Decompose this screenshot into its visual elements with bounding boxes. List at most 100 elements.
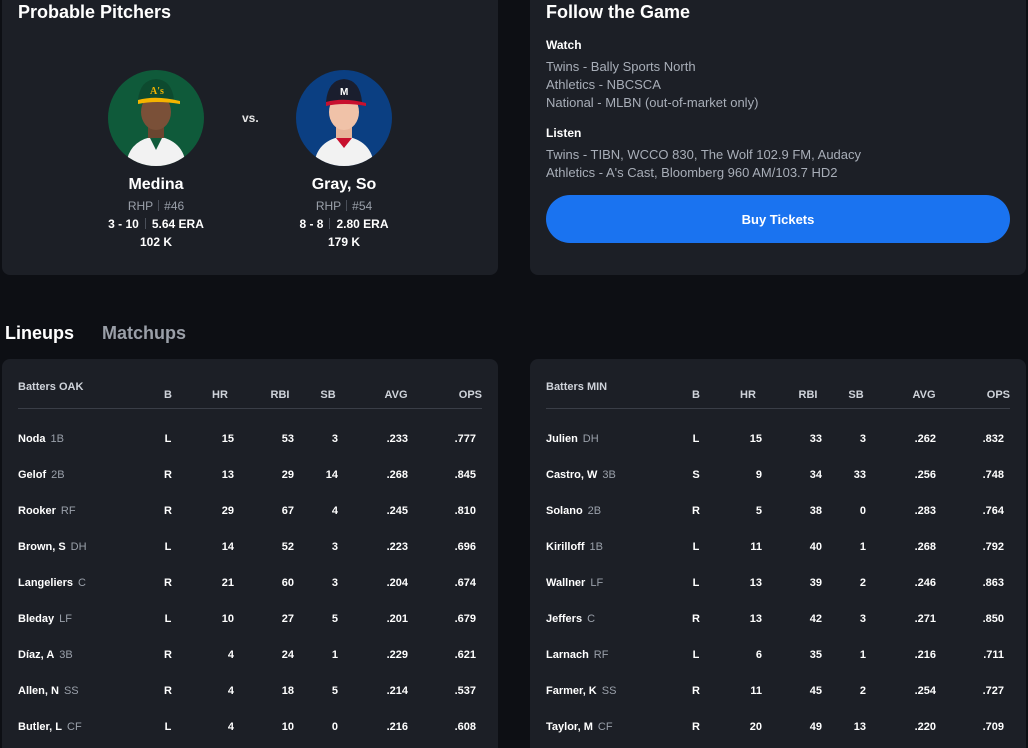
player-name-cell[interactable]: Julien DH: [546, 433, 599, 445]
table-row[interactable]: Allen, N SS R 4 18 5 .214 .537: [18, 685, 482, 705]
batting-average-cell: .262: [914, 433, 936, 445]
player-name-cell[interactable]: Brown, S DH: [18, 541, 87, 553]
rbi-cell: 45: [809, 685, 822, 697]
table-row[interactable]: Langeliers C R 21 60 3 .204 .674: [18, 577, 482, 597]
table-row[interactable]: Solano 2B R 5 38 0 .283 .764: [546, 505, 1010, 525]
column-header-ops: OPS: [986, 389, 1010, 401]
home-runs-cell: 6: [755, 649, 762, 661]
away-pitcher-info: RHP #46: [81, 199, 231, 213]
batting-average-cell: .204: [386, 577, 408, 589]
player-name-cell[interactable]: Farmer, K SS: [546, 685, 616, 697]
buy-tickets-button[interactable]: Buy Tickets: [546, 195, 1010, 243]
player-name[interactable]: Julien: [546, 433, 578, 445]
stolen-bases-cell: 13: [853, 721, 866, 733]
vs-label: vs.: [242, 111, 259, 125]
ops-cell: .832: [982, 433, 1004, 445]
player-name-cell[interactable]: Allen, N SS: [18, 685, 79, 697]
home-pitcher-name[interactable]: Gray, So: [269, 176, 419, 194]
player-position: DH: [582, 433, 599, 445]
player-name-cell[interactable]: Taylor, M CF: [546, 721, 613, 733]
stolen-bases-cell: 1: [859, 541, 866, 553]
ops-cell: .850: [982, 613, 1004, 625]
table-header: Batters MIN B HR RBI SB AVG OPS: [546, 381, 1010, 409]
player-name[interactable]: Rooker: [18, 505, 56, 517]
player-name-cell[interactable]: Castro, W 3B: [546, 469, 616, 481]
home-pitcher[interactable]: M Gray, So RHP #54 8 - 8 2.80 ERA 179 K: [269, 70, 419, 249]
player-name[interactable]: Noda: [18, 433, 46, 445]
player-name[interactable]: Kirilloff: [546, 541, 585, 553]
table-row[interactable]: Larnach RF L 6 35 1 .216 .711: [546, 649, 1010, 669]
player-name[interactable]: Farmer, K: [546, 685, 597, 697]
away-pitcher-name[interactable]: Medina: [81, 176, 231, 194]
batting-side-cell: R: [692, 721, 700, 733]
player-name-cell[interactable]: Kirilloff 1B: [546, 541, 603, 553]
batting-side-cell: L: [692, 577, 700, 589]
home-runs-cell: 15: [221, 433, 234, 445]
player-position: DH: [70, 541, 87, 553]
player-name[interactable]: Gelof: [18, 469, 46, 481]
rbi-cell: 35: [809, 649, 822, 661]
stolen-bases-cell: 1: [859, 649, 866, 661]
player-name-cell[interactable]: Gelof 2B: [18, 469, 65, 481]
away-pitcher[interactable]: A's Medina RHP #46 3 - 10 5.64 ERA 102 K: [81, 70, 231, 249]
player-name[interactable]: Langeliers: [18, 577, 73, 589]
team-batters-header: Batters OAK: [18, 381, 84, 393]
table-row[interactable]: Farmer, K SS R 11 45 2 .254 .727: [546, 685, 1010, 705]
player-name-cell[interactable]: Solano 2B: [546, 505, 601, 517]
player-name-cell[interactable]: Larnach RF: [546, 649, 608, 661]
ops-cell: .621: [454, 649, 476, 661]
stolen-bases-cell: 3: [859, 433, 866, 445]
watch-heading: Watch: [546, 38, 582, 52]
player-name-cell[interactable]: Wallner LF: [546, 577, 603, 589]
player-name-cell[interactable]: Noda 1B: [18, 433, 64, 445]
player-name[interactable]: Díaz, A: [18, 649, 54, 661]
player-name-cell[interactable]: Langeliers C: [18, 577, 86, 589]
table-row[interactable]: Butler, L CF L 4 10 0 .216 .608: [18, 721, 482, 741]
player-name-cell[interactable]: Díaz, A 3B: [18, 649, 73, 661]
column-header-rbi: RBI: [798, 389, 818, 401]
table-row[interactable]: Noda 1B L 15 53 3 .233 .777: [18, 433, 482, 453]
table-row[interactable]: Kirilloff 1B L 11 40 1 .268 .792: [546, 541, 1010, 561]
probable-pitchers-title: Probable Pitchers: [18, 2, 172, 22]
home-pitcher-avatar: M: [296, 70, 392, 166]
table-row[interactable]: Bleday LF L 10 27 5 .201 .679: [18, 613, 482, 633]
column-header-ops: OPS: [458, 389, 482, 401]
table-row[interactable]: Taylor, M CF R 20 49 13 .220 .709: [546, 721, 1010, 741]
player-name[interactable]: Larnach: [546, 649, 589, 661]
player-name[interactable]: Brown, S: [18, 541, 66, 553]
ops-cell: .792: [982, 541, 1004, 553]
ops-cell: .711: [983, 649, 1004, 661]
table-row[interactable]: Rooker RF R 29 67 4 .245 .810: [18, 505, 482, 525]
home-runs-cell: 5: [755, 505, 762, 517]
player-name[interactable]: Jeffers: [546, 613, 582, 625]
table-row[interactable]: Castro, W 3B S 9 34 33 .256 .748: [546, 469, 1010, 489]
table-row[interactable]: Wallner LF L 13 39 2 .246 .863: [546, 577, 1010, 597]
player-name-cell[interactable]: Bleday LF: [18, 613, 72, 625]
player-name-cell[interactable]: Rooker RF: [18, 505, 76, 517]
table-row[interactable]: Díaz, A 3B R 4 24 1 .229 .621: [18, 649, 482, 669]
player-name[interactable]: Allen, N: [18, 685, 59, 697]
stolen-bases-cell: 5: [331, 685, 338, 697]
batting-average-cell: .201: [386, 613, 408, 625]
table-row[interactable]: Jeffers C R 13 42 3 .271 .850: [546, 613, 1010, 633]
home-pitcher-record: 8 - 8: [299, 217, 324, 231]
table-row[interactable]: Brown, S DH L 14 52 3 .223 .696: [18, 541, 482, 561]
table-header: Batters OAK B HR RBI SB AVG OPS: [18, 381, 482, 409]
table-row[interactable]: Gelof 2B R 13 29 14 .268 .845: [18, 469, 482, 489]
tab-matchups[interactable]: Matchups: [102, 323, 186, 344]
rbi-cell: 67: [281, 505, 294, 517]
table-row[interactable]: Julien DH L 15 33 3.262.832: [546, 433, 1010, 453]
player-name-cell[interactable]: Jeffers C: [546, 613, 595, 625]
player-name[interactable]: Bleday: [18, 613, 54, 625]
column-header-sb: SB: [320, 389, 336, 401]
rbi-cell: 52: [281, 541, 294, 553]
player-name[interactable]: Castro, W: [546, 469, 597, 481]
player-name-cell[interactable]: Butler, L CF: [18, 721, 82, 733]
tab-lineups[interactable]: Lineups: [5, 323, 74, 344]
home-runs-cell: 10: [221, 613, 234, 625]
ops-cell: .674: [454, 577, 476, 589]
player-name[interactable]: Solano: [546, 505, 583, 517]
player-name[interactable]: Taylor, M: [546, 721, 593, 733]
player-name[interactable]: Butler, L: [18, 721, 62, 733]
player-name[interactable]: Wallner: [546, 577, 585, 589]
